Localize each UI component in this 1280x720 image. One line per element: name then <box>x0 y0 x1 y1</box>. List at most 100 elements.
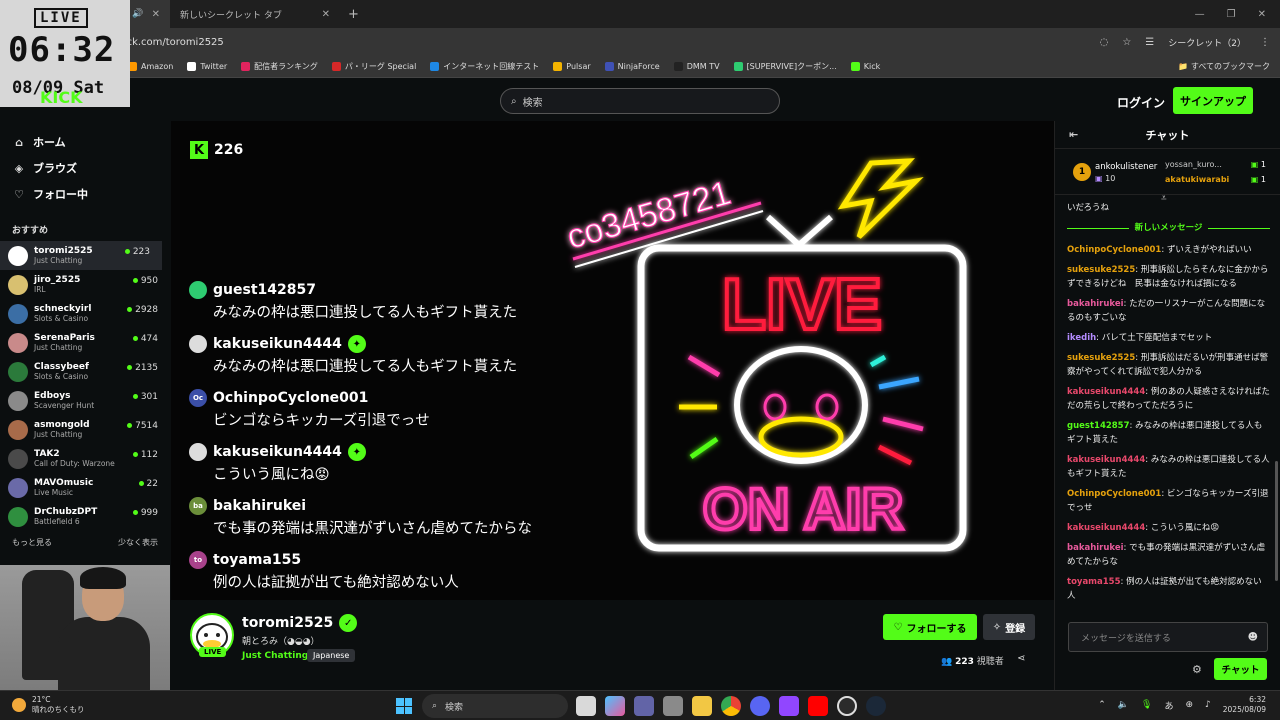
taskbar-clock[interactable]: 6:32 2025/08/09 <box>1223 695 1266 715</box>
login-button[interactable]: ログイン <box>1117 94 1165 111</box>
taskbar-search[interactable]: ⌕ 検索 <box>422 694 568 718</box>
sidebar-item-browse[interactable]: ◈ ブラウズ <box>0 155 170 181</box>
start-button[interactable] <box>396 698 412 714</box>
sidebar-channel-tak2[interactable]: TAK2 Call of Duty: Warzone 112 <box>0 444 170 473</box>
chat-username[interactable]: bakahirukei <box>1067 299 1124 309</box>
copilot-icon[interactable] <box>605 696 625 716</box>
menu-dots-icon[interactable]: ⋮ <box>1260 37 1270 48</box>
url-text[interactable]: kick.com/toromi2525 <box>118 37 224 48</box>
sidebar-channel-serenaparis[interactable]: SerenaParis Just Chatting 474 <box>0 328 170 357</box>
sidebar-item-following[interactable]: ♡ フォロー中 <box>0 181 170 207</box>
all-bookmarks[interactable]: 📁 すべてのブックマーク <box>1178 61 1270 72</box>
language-tag[interactable]: Japanese <box>307 649 356 662</box>
minimize-icon[interactable]: — <box>1195 9 1205 20</box>
gift-icon: ▣ <box>1095 174 1103 183</box>
chevron-up-icon[interactable]: ⌃ <box>1098 700 1106 710</box>
channel-viewers: 22 <box>139 479 158 489</box>
task-view-icon[interactable] <box>576 696 596 716</box>
explorer-icon[interactable] <box>692 696 712 716</box>
bookmark-item[interactable]: Kick <box>850 61 880 72</box>
share-icon[interactable]: ⋖ <box>1017 653 1025 664</box>
bookmark-item[interactable]: [SUPERVIVE]クーポン... <box>733 61 837 72</box>
gear-icon[interactable]: ⚙ <box>1192 663 1202 676</box>
tv-antenna <box>765 214 833 250</box>
sidebar-channel-edboys[interactable]: Edboys Scavenger Hunt 301 <box>0 386 170 415</box>
chat-username[interactable]: kakuseikun4444 <box>1067 455 1145 465</box>
close-tab-icon[interactable]: ✕ <box>322 9 330 20</box>
settings-icon[interactable] <box>663 696 683 716</box>
chat-username[interactable]: kakuseikun4444 <box>1067 523 1145 533</box>
sidebar-channel-jiro_2525[interactable]: jiro_2525 IRL 950 <box>0 270 170 299</box>
bookmark-item[interactable]: インターネット回線テスト <box>430 61 539 72</box>
chat-username[interactable]: sukesuke2525 <box>1067 265 1135 275</box>
youtube-icon[interactable] <box>808 696 828 716</box>
show-less-link[interactable]: 少なく表示 <box>118 537 158 548</box>
network-icon[interactable]: ⊕ <box>1185 700 1193 710</box>
signup-button[interactable]: サインアップ <box>1173 87 1253 114</box>
teams-icon[interactable] <box>634 696 654 716</box>
chat-username[interactable]: kakuseikun4444 <box>1067 387 1145 397</box>
chat-username[interactable]: sukesuke2525 <box>1067 353 1135 363</box>
chat-username[interactable]: bakahirukei <box>1067 543 1124 553</box>
close-window-icon[interactable]: ✕ <box>1258 9 1266 20</box>
sidebar-item-home[interactable]: ⌂ ホーム <box>0 129 170 155</box>
bookmark-favicon-icon <box>187 62 197 71</box>
discord-icon[interactable] <box>750 696 770 716</box>
gifter-3-name[interactable]: akatukiwarabi <box>1165 175 1229 184</box>
incognito-profile[interactable]: シークレット（2） <box>1168 36 1246 49</box>
chat-username[interactable]: toyama155 <box>1067 577 1121 587</box>
expand-gifters-icon[interactable]: ⩡ <box>1161 193 1167 204</box>
bookmark-item[interactable]: Twitter <box>187 61 227 72</box>
maximize-icon[interactable]: ❐ <box>1227 9 1236 20</box>
twitch-icon[interactable] <box>779 696 799 716</box>
speaker-icon[interactable]: 🔊 <box>132 9 143 19</box>
sidebar-channel-toromi2525[interactable]: toromi2525 Just Chatting 223 <box>0 241 162 270</box>
bookmark-item[interactable]: 配信者ランキング <box>241 61 318 72</box>
subscribe-button[interactable]: ✧ 登録 <box>983 614 1035 640</box>
ime-indicator[interactable]: あ <box>1164 699 1173 712</box>
eye-off-icon[interactable]: ◌ <box>1100 37 1109 48</box>
obs-icon[interactable] <box>837 696 857 716</box>
bookmark-item[interactable]: Amazon <box>128 61 173 72</box>
volume-icon[interactable]: ♪ <box>1205 700 1211 710</box>
sidebar-channel-mavomusic[interactable]: MAVOmusic Live Music 22 <box>0 473 170 502</box>
sidebar-channel-schneckyirl[interactable]: schneckyirl Slots & Casino 2928 <box>0 299 170 328</box>
tab-search-icon[interactable]: ☰ <box>1145 37 1154 48</box>
chat-scrollbar[interactable] <box>1275 461 1278 581</box>
show-more-link[interactable]: もっと見る <box>12 537 52 548</box>
bookmark-item[interactable]: Pulsar <box>553 61 591 72</box>
emoji-icon[interactable]: ☻ <box>1248 632 1258 643</box>
sidebar-channel-drchubzdpt[interactable]: DrChubzDPT Battlefield 6 999 <box>0 502 170 531</box>
taskbar: 21°C 晴れのちくもり ⌕ 検索 ⌃ 🔈 🎙 あ ⊕ ♪ 6:32 2025/08/… <box>0 690 1280 720</box>
star-icon[interactable]: ☆ <box>1122 37 1131 48</box>
chat-input[interactable]: メッセージを送信する ☻ <box>1068 622 1268 652</box>
kick-logo[interactable]: KICK <box>40 88 83 107</box>
follow-button[interactable]: ♡ フォローする <box>883 614 977 640</box>
close-tab-icon[interactable]: ✕ <box>152 9 160 20</box>
mic-icon[interactable]: 🎙 <box>1141 700 1152 710</box>
gifter-2-name[interactable]: yossan_kuro... <box>1165 160 1222 169</box>
chrome-icon[interactable] <box>721 696 741 716</box>
send-chat-button[interactable]: チャット <box>1214 658 1267 680</box>
streamer-name[interactable]: toromi2525 <box>242 615 333 631</box>
sidebar-channel-classybeef[interactable]: Classybeef Slots & Casino 2135 <box>0 357 170 386</box>
bookmark-item[interactable]: パ・リーグ Special <box>331 61 416 72</box>
chat-username[interactable]: guest142857 <box>1067 421 1130 431</box>
bookmark-label: NinjaForce <box>617 62 660 71</box>
new-tab-icon[interactable]: + <box>340 7 367 22</box>
stream-category[interactable]: Just Chatting <box>242 651 308 661</box>
bookmark-item[interactable]: DMM TV <box>673 61 720 72</box>
video-player[interactable]: K 226 guest142857 みなみの枠は悪口連投してる人もギフト貰えた ka… <box>171 121 1054 600</box>
sidebar-channel-asmongold[interactable]: asmongold Just Chatting 7514 <box>0 415 170 444</box>
speaker-icon[interactable]: 🔈 <box>1118 700 1129 710</box>
gifter-1-name[interactable]: ankokulistener <box>1095 162 1157 172</box>
bookmark-item[interactable]: NinjaForce <box>604 61 660 72</box>
chat-username[interactable]: OchinpoCyclone001 <box>1067 489 1161 499</box>
chat-username[interactable]: ikedih <box>1067 333 1096 343</box>
steam-icon[interactable] <box>866 696 886 716</box>
search-input[interactable]: ⌕ 検索 <box>500 88 780 114</box>
collapse-chat-icon[interactable]: ⇤ <box>1069 128 1078 141</box>
chat-username[interactable]: OchinpoCyclone001 <box>1067 245 1161 255</box>
browser-tab-secret[interactable]: 新しいシークレット タブ ✕ <box>170 0 340 28</box>
weather-widget[interactable]: 21°C 晴れのちくもり <box>12 695 85 715</box>
